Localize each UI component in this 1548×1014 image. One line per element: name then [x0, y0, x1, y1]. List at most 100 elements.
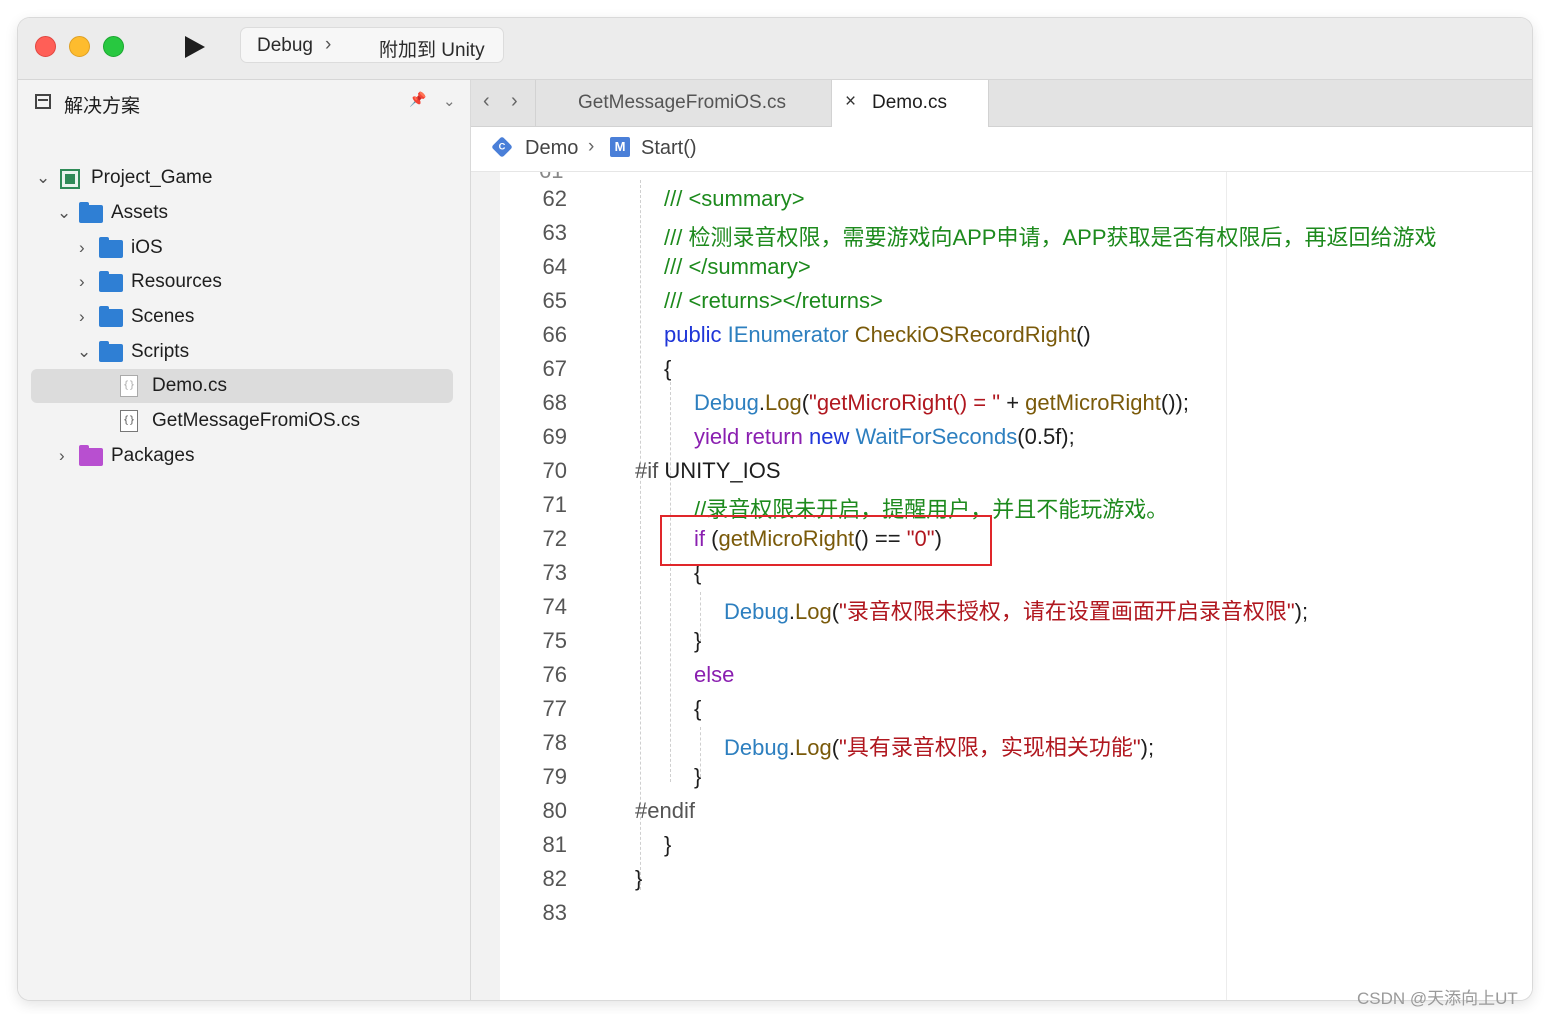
tree-item-resources[interactable]: › Resources	[18, 265, 470, 299]
tree-item-getmessagefromios-cs[interactable]: {} GetMessageFromiOS.cs	[18, 404, 470, 438]
code-text: }	[694, 628, 702, 653]
line-number: 69	[542, 424, 567, 449]
code-line: 72 if (getMicroRight() == "0")	[471, 522, 1532, 556]
line-number: 77	[542, 696, 567, 721]
tree-item-label: Demo.cs	[152, 375, 227, 396]
chevron-down-icon[interactable]: ⌄	[443, 92, 456, 110]
code-text: public IEnumerator CheckiOSRecordRight()	[664, 322, 1091, 347]
run-configuration-selector[interactable]: Debug › 附加到 Unity	[240, 27, 504, 63]
tree-item-label: Assets	[111, 202, 169, 223]
line-number: 74	[542, 594, 567, 619]
tab-demo-cs[interactable]: × Demo.cs	[831, 80, 989, 127]
chevron-down-icon[interactable]: ⌄	[57, 203, 71, 223]
line-number: 72	[542, 526, 567, 551]
pin-icon[interactable]: 📌	[409, 91, 426, 108]
tab-label: Demo.cs	[872, 92, 947, 113]
tree-item-project[interactable]: ⌄ Project_Game	[18, 161, 470, 195]
line-number: 68	[542, 390, 567, 415]
code-editor: ‹ › GetMessageFromiOS.cs × Demo.cs C Dem…	[471, 80, 1532, 1000]
line-number: 78	[542, 730, 567, 755]
close-window-button[interactable]	[35, 36, 56, 57]
code-text: /// <summary>	[664, 186, 805, 211]
code-line: 65 /// <returns></returns>	[471, 284, 1532, 318]
chevron-right-icon[interactable]: ›	[79, 307, 85, 327]
line-number: 67	[542, 356, 567, 381]
sidebar-header: 解决方案 📌 ⌄	[18, 80, 470, 126]
tree-item-demo-cs[interactable]: {} Demo.cs	[31, 369, 453, 403]
chevron-down-icon[interactable]: ⌄	[77, 342, 91, 362]
tree-item-label: GetMessageFromiOS.cs	[152, 410, 360, 431]
chevron-down-icon[interactable]: ⌄	[36, 168, 50, 188]
code-text: /// <returns></returns>	[664, 288, 883, 313]
chevron-right-icon[interactable]: ›	[79, 238, 85, 258]
code-text: #endif	[635, 798, 695, 823]
chevron-right-icon: ›	[325, 34, 332, 55]
ide-window: Debug › 附加到 Unity 解决方案 📌 ⌄ ⌄ Project_Gam…	[18, 18, 1532, 1000]
code-line: 73 {	[471, 556, 1532, 590]
tree-item-label: Packages	[111, 445, 195, 466]
code-line: 76 else	[471, 658, 1532, 692]
breadcrumb-class[interactable]: Demo	[525, 137, 578, 160]
class-icon: C	[491, 136, 513, 158]
tree-item-packages[interactable]: › Packages	[18, 439, 470, 473]
code-text: }	[664, 832, 672, 857]
chevron-right-icon: ›	[588, 136, 595, 157]
line-number: 83	[542, 900, 567, 925]
line-number: 81	[542, 832, 567, 857]
code-text: {	[664, 356, 672, 381]
chevron-right-icon[interactable]: ›	[79, 272, 85, 292]
code-line: 63 /// 检测录音权限，需要游戏向APP申请，APP获取是否有权限后，再返回…	[471, 216, 1532, 250]
tree-item-scenes[interactable]: › Scenes	[18, 300, 470, 334]
code-text: Debug.Log("录音权限未授权，请在设置画面开启录音权限");	[724, 599, 1309, 624]
line-number: 76	[542, 662, 567, 687]
line-number: 73	[542, 560, 567, 585]
tree-item-label: Scripts	[131, 341, 190, 362]
tree-item-assets[interactable]: ⌄ Assets	[18, 196, 470, 230]
chevron-right-icon[interactable]: ›	[59, 446, 65, 466]
code-line: 62 /// <summary>	[471, 182, 1532, 216]
project-icon	[60, 169, 80, 189]
line-number: 82	[542, 866, 567, 891]
code-text: }	[694, 764, 702, 789]
folder-icon	[99, 341, 123, 362]
navigate-forward-icon[interactable]: ›	[511, 90, 518, 113]
tree-item-scripts[interactable]: ⌄ Scripts	[18, 335, 470, 369]
solution-sidebar: 解决方案 📌 ⌄ ⌄ Project_Game ⌄ Assets › iOS ›…	[18, 80, 471, 1000]
close-tab-icon[interactable]: ×	[845, 91, 856, 113]
code-text-area[interactable]: 61 62 /// <summary> 63 /// 检测录音权限，需要游戏向A…	[471, 172, 1532, 1000]
toolbar: Debug › 附加到 Unity	[18, 18, 1532, 80]
code-line: 79 }	[471, 760, 1532, 794]
code-line: 82 }	[471, 862, 1532, 896]
folder-icon	[99, 271, 123, 292]
minimize-window-button[interactable]	[69, 36, 90, 57]
breadcrumb: C Demo › M Start()	[471, 127, 1532, 172]
navigate-back-icon[interactable]: ‹	[483, 90, 490, 113]
tree-item-ios[interactable]: › iOS	[18, 231, 470, 265]
folder-icon	[99, 306, 123, 327]
code-line: 74 Debug.Log("录音权限未授权，请在设置画面开启录音权限");	[471, 590, 1532, 624]
code-text: /// </summary>	[664, 254, 811, 279]
tree-item-label: Resources	[131, 271, 222, 292]
tab-getmessagefromios-cs[interactable]: GetMessageFromiOS.cs	[535, 80, 831, 126]
code-text: yield return new WaitForSeconds(0.5f);	[694, 424, 1075, 449]
folder-icon	[99, 237, 123, 258]
line-number: 66	[542, 322, 567, 347]
run-target-label: 附加到 Unity	[379, 40, 485, 61]
run-play-icon[interactable]	[185, 36, 205, 58]
code-text: else	[694, 662, 735, 687]
line-number: 75	[542, 628, 567, 653]
code-line: 68 Debug.Log("getMicroRight() = " + getM…	[471, 386, 1532, 420]
code-text: {	[694, 696, 702, 721]
code-text: }	[635, 866, 643, 891]
code-line: 64 /// </summary>	[471, 250, 1532, 284]
line-number: 65	[542, 288, 567, 313]
sidebar-title: 解决方案	[64, 96, 141, 117]
breadcrumb-method[interactable]: Start()	[641, 137, 697, 160]
line-number: 71	[542, 492, 567, 517]
line-number: 63	[542, 220, 567, 245]
code-text: Debug.Log("具有录音权限，实现相关功能");	[724, 735, 1155, 760]
code-text: /// 检测录音权限，需要游戏向APP申请，APP获取是否有权限后，再返回给游戏	[664, 225, 1437, 250]
zoom-window-button[interactable]	[103, 36, 124, 57]
line-number: 64	[542, 254, 567, 279]
code-line: 69 yield return new WaitForSeconds(0.5f)…	[471, 420, 1532, 454]
